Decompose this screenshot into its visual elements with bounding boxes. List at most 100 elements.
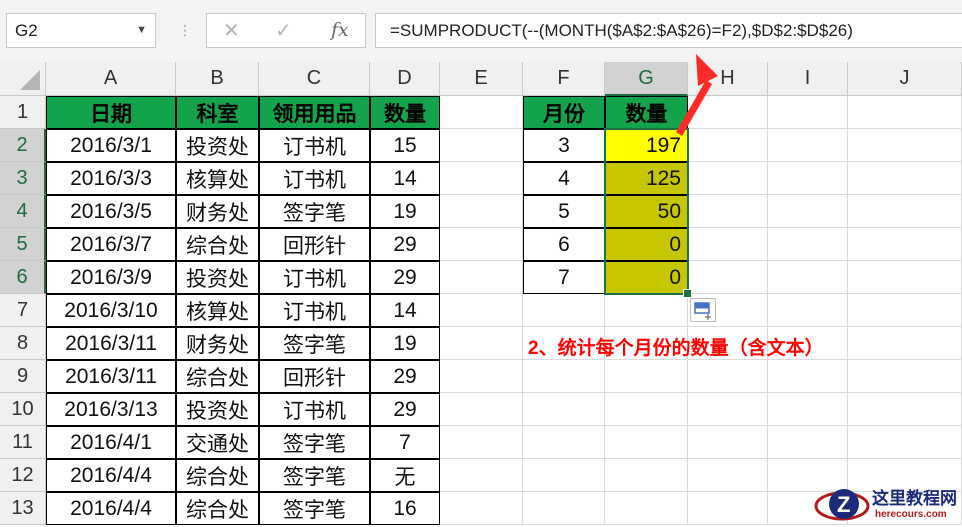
- grid-cell[interactable]: [768, 96, 848, 129]
- row-header-12[interactable]: 12: [0, 459, 46, 492]
- table-cell[interactable]: 7: [370, 426, 440, 459]
- grid-cell[interactable]: [605, 294, 688, 327]
- grid-cell[interactable]: [768, 426, 848, 459]
- table-cell[interactable]: 核算处: [176, 294, 259, 327]
- summary-month-cell[interactable]: 4: [523, 162, 605, 195]
- summary-count-cell[interactable]: 50: [605, 195, 688, 228]
- table-cell[interactable]: 2016/4/4: [46, 459, 176, 492]
- grid-cell[interactable]: [848, 129, 962, 162]
- table-cell[interactable]: 订书机: [259, 261, 370, 294]
- grid-cell[interactable]: [605, 459, 688, 492]
- row-header-6[interactable]: 6: [0, 261, 46, 294]
- table-cell[interactable]: 2016/3/10: [46, 294, 176, 327]
- grid-cell[interactable]: [848, 195, 962, 228]
- grid-cell[interactable]: [768, 228, 848, 261]
- grid-cell[interactable]: [688, 228, 768, 261]
- grid-cell[interactable]: [848, 360, 962, 393]
- summary-count-cell[interactable]: 0: [605, 261, 688, 294]
- grid-cell[interactable]: [768, 294, 848, 327]
- insert-function-icon[interactable]: fx: [331, 19, 349, 41]
- select-all-corner[interactable]: [0, 62, 46, 96]
- table-cell[interactable]: 2016/3/1: [46, 129, 176, 162]
- row-header-10[interactable]: 10: [0, 393, 46, 426]
- table-cell[interactable]: 综合处: [176, 492, 259, 525]
- grid-cell[interactable]: [440, 162, 523, 195]
- row-header-3[interactable]: 3: [0, 162, 46, 195]
- summary-count-cell[interactable]: 125: [605, 162, 688, 195]
- grid-cell[interactable]: [605, 393, 688, 426]
- grid-cell[interactable]: [848, 261, 962, 294]
- row-header-8[interactable]: 8: [0, 327, 46, 360]
- grid-cell[interactable]: [440, 459, 523, 492]
- table-cell[interactable]: 投资处: [176, 129, 259, 162]
- name-box[interactable]: G2 ▼: [6, 13, 156, 48]
- table-cell[interactable]: 财务处: [176, 327, 259, 360]
- table-cell[interactable]: 2016/3/9: [46, 261, 176, 294]
- table-cell[interactable]: 投资处: [176, 393, 259, 426]
- table-cell[interactable]: 29: [370, 228, 440, 261]
- column-header-c[interactable]: C: [259, 62, 370, 96]
- grid-cell[interactable]: [523, 393, 605, 426]
- grid-cell[interactable]: [848, 426, 962, 459]
- grid-cell[interactable]: [768, 129, 848, 162]
- grid-cell[interactable]: [688, 360, 768, 393]
- grid-cell[interactable]: [440, 228, 523, 261]
- column-header-d[interactable]: D: [370, 62, 440, 96]
- grid-cell[interactable]: [605, 492, 688, 525]
- grid-cell[interactable]: [440, 294, 523, 327]
- grid-cell[interactable]: [523, 492, 605, 525]
- table-cell[interactable]: 交通处: [176, 426, 259, 459]
- grid-cell[interactable]: [523, 360, 605, 393]
- table-cell[interactable]: 综合处: [176, 360, 259, 393]
- row-header-5[interactable]: 5: [0, 228, 46, 261]
- grid-cell[interactable]: [440, 96, 523, 129]
- grid-cell[interactable]: [605, 360, 688, 393]
- grid-cell[interactable]: [523, 294, 605, 327]
- table-cell[interactable]: 29: [370, 393, 440, 426]
- table-cell[interactable]: 2016/3/5: [46, 195, 176, 228]
- table-cell[interactable]: 14: [370, 294, 440, 327]
- table-cell[interactable]: 无: [370, 459, 440, 492]
- quick-analysis-icon[interactable]: [690, 298, 716, 322]
- grid-cell[interactable]: [688, 426, 768, 459]
- table-cell[interactable]: 2016/3/3: [46, 162, 176, 195]
- table-cell[interactable]: 核算处: [176, 162, 259, 195]
- table-cell[interactable]: 订书机: [259, 129, 370, 162]
- grid-cell[interactable]: [848, 96, 962, 129]
- table-cell[interactable]: 订书机: [259, 294, 370, 327]
- table-cell[interactable]: 订书机: [259, 393, 370, 426]
- table-cell[interactable]: 签字笔: [259, 426, 370, 459]
- table-cell[interactable]: 综合处: [176, 459, 259, 492]
- row-header-4[interactable]: 4: [0, 195, 46, 228]
- summary-month-cell[interactable]: 6: [523, 228, 605, 261]
- summary-count-cell[interactable]: 0: [605, 228, 688, 261]
- table-cell[interactable]: 29: [370, 261, 440, 294]
- grid-cell[interactable]: [440, 261, 523, 294]
- grid-cell[interactable]: [440, 360, 523, 393]
- table-cell[interactable]: 财务处: [176, 195, 259, 228]
- grid-cell[interactable]: [688, 195, 768, 228]
- summary-month-cell[interactable]: 3: [523, 129, 605, 162]
- table-cell[interactable]: 19: [370, 327, 440, 360]
- grid-cell[interactable]: [848, 327, 962, 360]
- table-cell[interactable]: 2016/3/11: [46, 327, 176, 360]
- grid-cell[interactable]: [768, 393, 848, 426]
- table-cell[interactable]: 15: [370, 129, 440, 162]
- enter-icon[interactable]: ✓: [275, 18, 292, 43]
- grid-cell[interactable]: [440, 129, 523, 162]
- cancel-icon[interactable]: ✕: [223, 18, 240, 43]
- table-header[interactable]: 日期: [46, 96, 176, 129]
- grid-cell[interactable]: [440, 426, 523, 459]
- grid-cell[interactable]: [848, 294, 962, 327]
- row-header-9[interactable]: 9: [0, 360, 46, 393]
- grid-cell[interactable]: [848, 393, 962, 426]
- more-dots-icon[interactable]: ⋮: [178, 22, 193, 39]
- table-cell[interactable]: 回形针: [259, 228, 370, 261]
- column-header-i[interactable]: I: [768, 62, 848, 96]
- table-cell[interactable]: 14: [370, 162, 440, 195]
- table-cell[interactable]: 2016/3/11: [46, 360, 176, 393]
- table-cell[interactable]: 签字笔: [259, 327, 370, 360]
- grid-cell[interactable]: [523, 426, 605, 459]
- table-cell[interactable]: 2016/4/4: [46, 492, 176, 525]
- grid-cell[interactable]: [768, 360, 848, 393]
